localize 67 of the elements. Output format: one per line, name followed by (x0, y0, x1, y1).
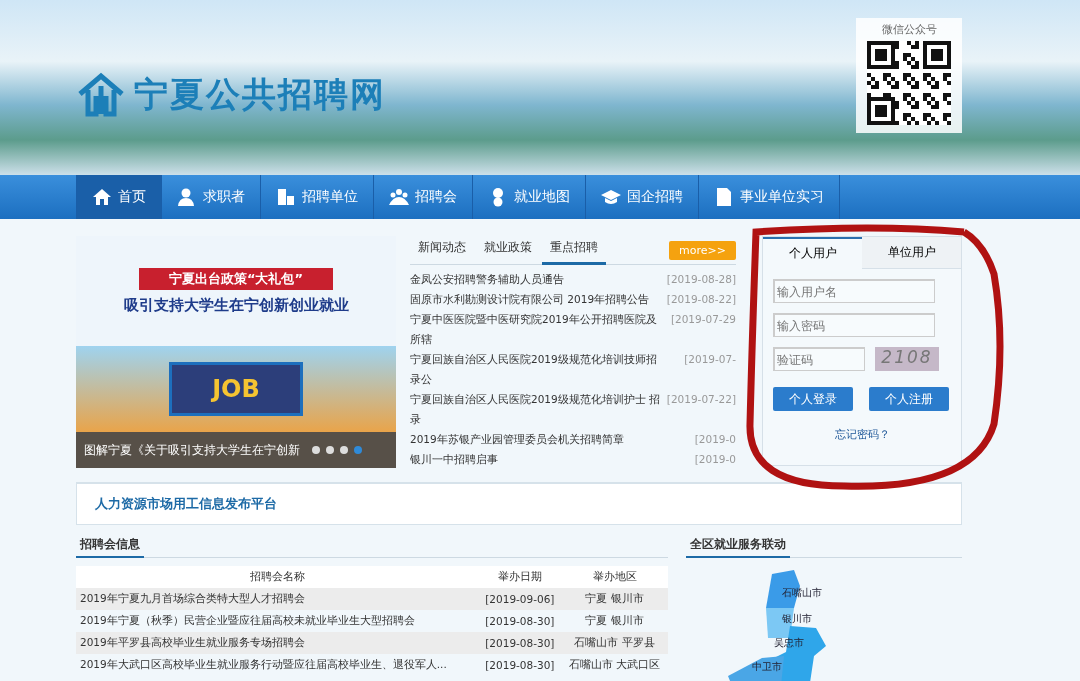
login-form-button[interactable]: 个人登录 (773, 387, 853, 411)
slide-dot[interactable] (354, 446, 362, 454)
news-link[interactable]: 银川一中招聘启事 (410, 449, 666, 469)
banner-title: 宁夏出台政策“大礼包” (138, 267, 334, 290)
site-title: 宁夏公共招聘网 (134, 72, 386, 116)
table-cell: [2019-08-30] (478, 654, 562, 676)
news-link[interactable]: 2019年苏银产业园管理委员会机关招聘简章 (410, 429, 666, 449)
column-header: 举办日期 (478, 566, 562, 588)
slide-dot[interactable] (312, 446, 320, 454)
qr-code-icon (867, 41, 951, 125)
login-form-button[interactable]: 个人注册 (869, 387, 949, 411)
nav-item[interactable]: 国企招聘 (586, 175, 699, 219)
news-date: [2019-08-28] (666, 272, 736, 287)
group-icon (389, 187, 409, 207)
slide-dot[interactable] (326, 446, 334, 454)
captcha-field[interactable]: 验证码 (773, 347, 865, 371)
person-icon (177, 187, 197, 207)
column-header: 举办地区 (561, 566, 668, 588)
column-header: 招聘会名称 (76, 566, 479, 588)
table-cell: 宁夏 银川市 (561, 610, 668, 632)
nav-item[interactable]: 招聘会 (374, 175, 473, 219)
fair-link[interactable]: 2019年宁夏（秋季）民营企业暨应往届高校未就业毕业生大型招聘会 (76, 610, 479, 632)
slide-caption[interactable]: 图解宁夏《关于吸引支持大学生在宁创新 (84, 442, 300, 458)
table-cell: 宁夏 银川市 (561, 588, 668, 610)
graduation-cap-icon (601, 187, 621, 207)
news-date: [2019-0 (694, 432, 736, 447)
table-cell: [2019-08-30] (478, 632, 562, 654)
news-date: [2019-07-29 (670, 312, 736, 327)
news-link[interactable]: 宁夏回族自治区人民医院2019级规范化培训技师招录公 (410, 349, 666, 389)
table-cell: [2019-09-06] (478, 588, 562, 610)
news-date: [2019-08-22] (666, 292, 736, 307)
nav-item[interactable]: 首页 (77, 175, 162, 219)
news-link[interactable]: 宁夏回族自治区人民医院2019级规范化培训护士 招录 (410, 389, 665, 429)
illustration-text: JOB (169, 362, 303, 416)
fair-link[interactable]: 2019年大武口区高校毕业生就业服务行动暨应往届高校毕业生、退役军人... (76, 654, 479, 676)
news-tab[interactable]: 重点招聘 (542, 239, 606, 265)
fair-link[interactable]: 2019年平罗县高校毕业生就业服务专场招聘会 (76, 632, 479, 654)
nav-item[interactable]: 就业地图 (473, 175, 586, 219)
news-date: [2019-07- (684, 352, 736, 367)
section-title: 招聘会信息 (76, 536, 144, 558)
home-icon (92, 187, 112, 207)
qr-label: 微信公众号 (881, 22, 937, 37)
nav-item[interactable]: 招聘单位 (261, 175, 374, 219)
user-type-tab[interactable]: 单位用户 (862, 237, 961, 269)
news-date: [2019-07-22] (666, 392, 736, 407)
news-tab[interactable]: 就业政策 (476, 239, 540, 265)
city-label[interactable]: 银川市 (782, 612, 812, 626)
username-field[interactable]: 输入用户名 (773, 279, 935, 303)
news-link[interactable]: 固原市水利勘测设计院有限公司 2019年招聘公告 (410, 289, 665, 309)
fair-link[interactable]: 2019年宁夏九月首场综合类特大型人才招聘会 (76, 588, 479, 610)
table-cell: [2019-08-30] (478, 610, 562, 632)
nav-item[interactable]: 求职者 (162, 175, 261, 219)
section-title: 全区就业服务联动 (686, 536, 790, 558)
table-cell: 石嘴山市 大武口区 (561, 654, 668, 676)
platform-title[interactable]: 人力资源市场用工信息发布平台 (95, 495, 277, 513)
news-link[interactable]: 宁夏中医医院暨中医研究院2019年公开招聘医院及所辖 (410, 309, 666, 349)
news-date: [2019-0 (694, 452, 736, 467)
document-icon (714, 187, 734, 207)
nav-item[interactable]: 事业单位实习 (699, 175, 840, 219)
password-field[interactable]: 输入密码 (773, 313, 935, 337)
slide-dot[interactable] (340, 446, 348, 454)
news-link[interactable]: 金凤公安招聘警务辅助人员通告 (410, 269, 665, 289)
news-tab[interactable]: 新闻动态 (410, 239, 474, 265)
table-cell: 石嘴山市 平罗县 (561, 632, 668, 654)
banner-subtitle: 吸引支持大学生在宁创新创业就业 (123, 295, 349, 315)
forgot-password-link[interactable]: 忘记密码？ (834, 427, 890, 442)
building-icon (276, 187, 296, 207)
